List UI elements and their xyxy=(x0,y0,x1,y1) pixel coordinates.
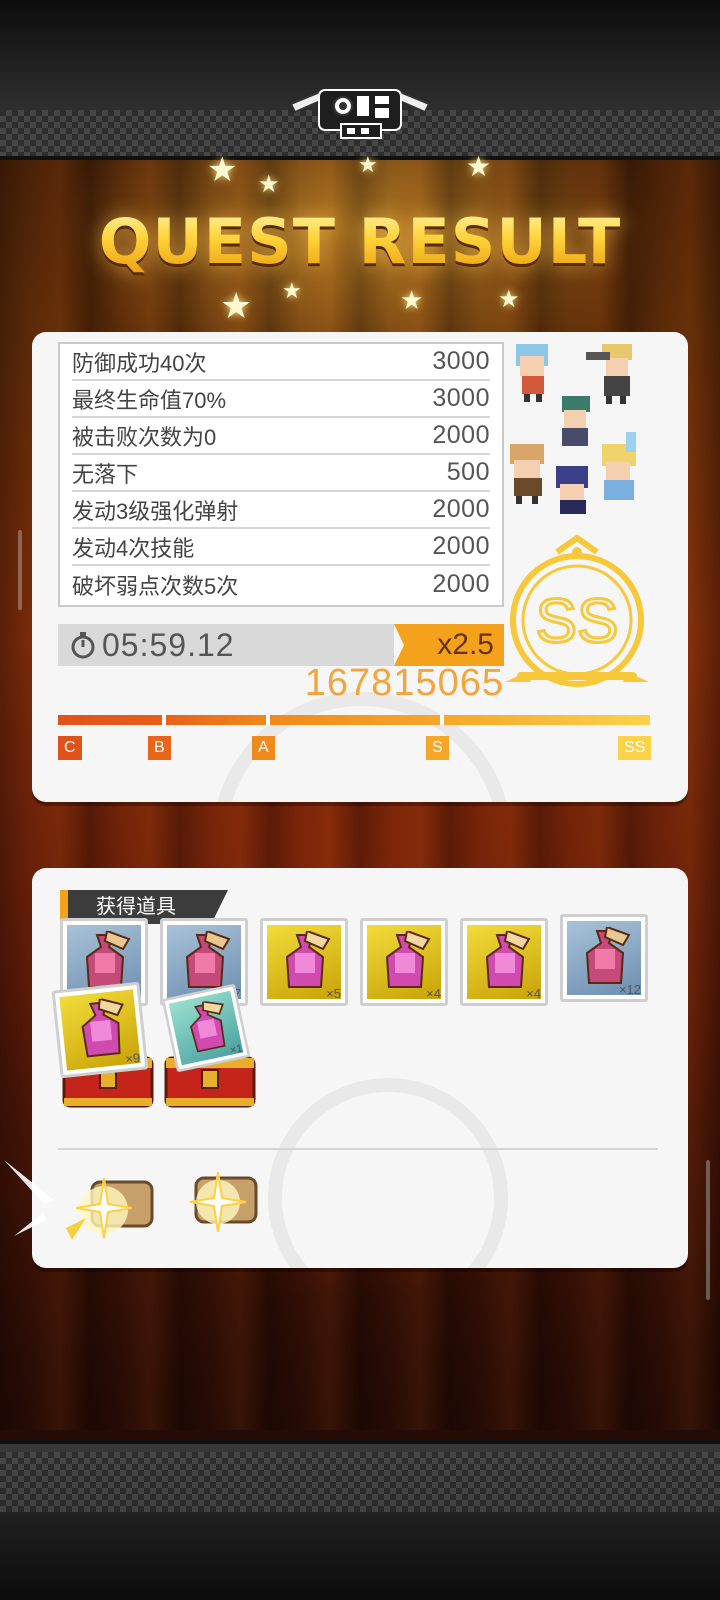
condition-value: 500 xyxy=(446,458,490,486)
rank-marker-c: C xyxy=(58,736,82,760)
quest-result-title: QUEST RESULT xyxy=(0,205,720,278)
star-decoration: ★ xyxy=(207,151,238,189)
rank-marker-ss: SS xyxy=(618,736,652,760)
character-sprite xyxy=(516,344,548,402)
scroll-indicator xyxy=(706,1160,710,1300)
party-characters xyxy=(510,344,636,514)
star-decoration: ★ xyxy=(258,171,280,198)
clear-time-bar: 05:59.12 xyxy=(58,624,394,666)
scroll-indicator xyxy=(18,530,22,610)
rank-marker-s: S xyxy=(426,736,449,760)
rank-marker-b: B xyxy=(148,736,171,760)
potion-icon xyxy=(81,997,124,1058)
condition-row: 发动3级强化弹射 2000 xyxy=(72,492,490,529)
condition-row: 最终生命值70% 3000 xyxy=(72,381,490,418)
star-decoration: ★ xyxy=(358,152,378,177)
potion-icon xyxy=(585,927,631,984)
condition-label: 最终生命值70% xyxy=(72,387,227,413)
condition-value: 2000 xyxy=(432,421,490,449)
potion-icon xyxy=(385,931,431,988)
items-divider xyxy=(58,1148,658,1150)
condition-row: 被击败次数为0 2000 xyxy=(72,418,490,455)
gauge-tick xyxy=(266,715,270,725)
gauge-tick xyxy=(162,715,166,725)
character-sprite xyxy=(586,344,632,404)
game-logo xyxy=(289,88,431,139)
character-sprite xyxy=(562,396,590,446)
character-sprite xyxy=(602,432,636,500)
score-panel: 防御成功40次 3000 最终生命值70% 3000 被击败次数为0 2000 无落下… xyxy=(32,332,688,802)
character-sprite xyxy=(556,466,588,514)
conditions-list: 防御成功40次 3000 最终生命值70% 3000 被击败次数为0 2000 无落下… xyxy=(58,342,504,607)
item-card[interactable]: ×4 xyxy=(460,918,548,1006)
item-quantity: ×1 xyxy=(228,1041,244,1057)
gauge-tick xyxy=(440,715,444,725)
condition-row: 无落下 500 xyxy=(72,455,490,492)
score-multiplier: x2.5 xyxy=(394,624,504,666)
star-decoration: ★ xyxy=(220,285,253,326)
condition-row: 破坏弱点次数5次 2000 xyxy=(72,566,490,603)
sparkle-chest-icon[interactable] xyxy=(52,1158,172,1248)
star-decoration: ★ xyxy=(466,151,492,182)
condition-value: 2000 xyxy=(432,532,490,560)
star-decoration: ★ xyxy=(498,286,520,313)
item-card[interactable]: ×5 xyxy=(260,918,348,1006)
item-quantity: ×4 xyxy=(526,986,541,1001)
item-quantity: ×5 xyxy=(326,986,341,1001)
condition-label: 破坏弱点次数5次 xyxy=(72,573,239,599)
potion-icon xyxy=(185,931,231,988)
item-quantity: ×9 xyxy=(124,1050,141,1067)
potion-icon xyxy=(485,931,531,988)
sparkle-effect xyxy=(4,1160,54,1236)
condition-value: 2000 xyxy=(432,495,490,523)
watermark-emblem xyxy=(268,1078,508,1268)
condition-row: 发动4次技能 2000 xyxy=(72,529,490,566)
clear-time: 05:59.12 xyxy=(102,626,235,663)
chest-item-card[interactable]: ×1 xyxy=(161,983,251,1073)
potion-icon xyxy=(285,931,331,988)
rank-emblem: SS xyxy=(505,534,649,687)
condition-label: 发动4次技能 xyxy=(72,535,195,561)
rank-text: SS xyxy=(536,587,619,656)
condition-label: 被击败次数为0 xyxy=(72,424,217,450)
items-panel: 获得道具 ×7 ×7 ×5 ×4 ×4 ×12 ×9 xyxy=(32,868,688,1268)
sparkle-chest-icon[interactable] xyxy=(162,1158,272,1248)
condition-row: 防御成功40次 3000 xyxy=(72,344,490,381)
item-quantity: ×12 xyxy=(618,982,641,997)
chest-item-card[interactable]: ×9 xyxy=(51,981,149,1079)
item-card[interactable]: ×4 xyxy=(360,918,448,1006)
item-card[interactable]: ×12 xyxy=(560,914,648,1002)
star-decoration: ★ xyxy=(400,285,424,315)
item-quantity: ×4 xyxy=(426,986,441,1001)
condition-label: 无落下 xyxy=(72,461,139,487)
character-sprite xyxy=(510,444,544,504)
condition-value: 3000 xyxy=(432,347,490,375)
condition-value: 3000 xyxy=(432,384,490,412)
condition-label: 发动3级强化弹射 xyxy=(72,498,239,524)
star-decoration: ★ xyxy=(282,278,302,303)
total-score: 167815065 xyxy=(304,662,504,704)
stopwatch-icon xyxy=(71,632,95,659)
rank-marker-a: A xyxy=(252,736,275,760)
rank-gauge xyxy=(58,715,650,725)
condition-label: 防御成功40次 xyxy=(72,350,207,376)
condition-value: 2000 xyxy=(432,570,490,598)
bottom-checker xyxy=(0,1452,720,1512)
bottom-bar xyxy=(0,1440,720,1600)
